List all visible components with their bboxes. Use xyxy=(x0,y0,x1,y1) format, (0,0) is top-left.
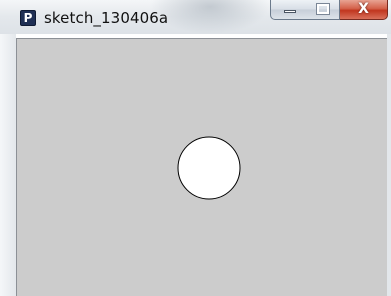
close-icon: X xyxy=(358,1,369,17)
minimize-button[interactable] xyxy=(270,0,308,20)
window-title: sketch_130406a xyxy=(44,9,169,27)
title-bar[interactable]: P sketch_130406a X xyxy=(0,0,391,34)
window-frame-left xyxy=(0,34,16,296)
sketch-window: P sketch_130406a X xyxy=(0,0,391,296)
circle-shape xyxy=(177,136,241,200)
close-button[interactable]: X xyxy=(340,0,388,20)
minimize-icon xyxy=(284,10,296,13)
maximize-icon xyxy=(316,3,330,15)
processing-app-icon[interactable]: P xyxy=(20,10,36,26)
maximize-button[interactable] xyxy=(307,0,340,20)
window-frame-right xyxy=(387,34,391,296)
sketch-canvas[interactable] xyxy=(16,38,387,296)
canvas-drawing xyxy=(177,136,241,200)
